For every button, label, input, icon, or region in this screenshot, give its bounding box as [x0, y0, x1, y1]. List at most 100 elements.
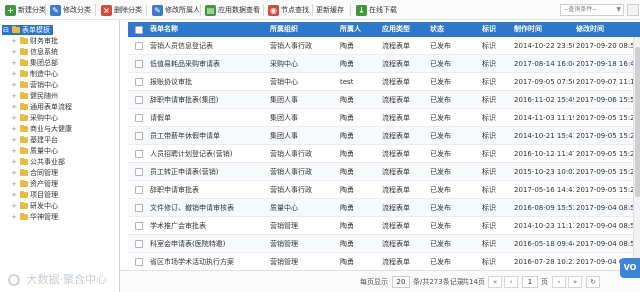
column-header-organization[interactable]: 所属组织 [268, 22, 334, 37]
cell-owner: 陶勇 [340, 132, 354, 140]
table-row[interactable]: 员工带薪年休假申请单 集团人事 陶勇 流程表单 已发布 标识 2014-10-21 15:4… [128, 127, 640, 145]
table-row[interactable]: 辞职申请审批表(集团) 集团人事 陶勇 流程表单 已发布 标识 2016-11-02 15:… [128, 91, 640, 109]
folder-icon [20, 202, 28, 209]
row-checkbox[interactable] [135, 258, 143, 266]
expand-icon[interactable]: + [10, 91, 18, 101]
row-checkbox[interactable] [135, 96, 143, 104]
collapse-icon[interactable]: ⊟ [2, 25, 10, 35]
row-checkbox[interactable] [135, 186, 143, 194]
column-header-status[interactable]: 状态 [428, 22, 468, 37]
column-header-flag[interactable]: 标识 [480, 22, 510, 37]
search-button[interactable] [627, 4, 639, 16]
edit-category-label: 修改分类 [63, 6, 91, 14]
tree-item-label: 信息系统 [30, 48, 58, 56]
expand-icon[interactable]: + [10, 212, 18, 222]
find-node-button[interactable]: ◉ 节点查找 [265, 3, 309, 18]
tree-root-node[interactable]: ⊟ 表单模板 [2, 25, 53, 35]
table-row[interactable]: 人员招聘计划登记表(营销) 营销人事行政 陶勇 流程表单 已发布 标识 2016-10-12… [128, 145, 640, 163]
cell-created-time: 2017-09-05 07:50 [514, 78, 574, 86]
expand-icon[interactable]: + [10, 124, 18, 134]
view-app-data-button[interactable]: ▤ 应用数据查看 [202, 3, 260, 18]
edit-category-button[interactable]: ✎ 修改分类 [47, 3, 91, 18]
current-page-input[interactable]: 1 [522, 276, 538, 288]
per-page-input[interactable]: 20 [392, 276, 410, 288]
cell-organization: 营销管理 [270, 258, 298, 266]
column-header-modified-time[interactable]: 修改时间 [574, 22, 634, 37]
column-header-owner[interactable]: 所属人 [338, 22, 378, 37]
new-category-button[interactable]: + 新建分类 [2, 3, 46, 18]
table-row[interactable]: 请假单 集团人事 陶勇 流程表单 已发布 标识 2014-11-03 11:19 2017-0… [128, 109, 640, 127]
select-all-checkbox[interactable] [135, 26, 143, 34]
expand-icon[interactable]: + [10, 69, 18, 79]
table-row[interactable]: 低值易耗品采购审请表 采购中心 陶勇 流程表单 已发布 标识 2017-08-14 16:0… [128, 55, 640, 73]
expand-icon[interactable]: + [10, 157, 18, 167]
cell-owner: 陶勇 [340, 42, 354, 50]
expand-icon[interactable]: + [10, 113, 18, 123]
refresh-cache-button[interactable]: 更新缓存 [314, 3, 344, 18]
change-owner-label: 修改所属人 [165, 6, 200, 14]
cell-owner: 陶勇 [340, 222, 354, 230]
cell-status: 已发布 [430, 186, 451, 194]
table-row[interactable]: 省区市场学术活动执行方案 营销管理 陶勇 流程表单 已发布 标识 2016-07-28 10… [128, 253, 640, 268]
vertical-scrollbar[interactable] [633, 37, 640, 268]
cell-app-type: 流程表单 [382, 204, 410, 212]
watermark-logo: 大数据·聚合中心 [8, 272, 107, 288]
row-checkbox[interactable] [135, 150, 143, 158]
expand-icon[interactable]: + [10, 36, 18, 46]
table-row[interactable]: 营销人员信息登记表 营销人事行政 陶勇 流程表单 已发布 标识 2014-10-22 23:… [128, 37, 640, 55]
cell-form-name: 低值易耗品采购审请表 [150, 60, 220, 68]
tree-item-label: 财务审批 [30, 37, 58, 45]
first-page-button[interactable]: « [488, 276, 502, 288]
row-checkbox[interactable] [135, 60, 143, 68]
cell-status: 已发布 [430, 78, 451, 86]
table-row[interactable]: 员工转正申请表(营销) 营销人事行政 陶勇 流程表单 已发布 标识 2015-10-23 1… [128, 163, 640, 181]
cell-app-type: 流程表单 [382, 186, 410, 194]
column-header-app-type[interactable]: 应用类型 [380, 22, 426, 37]
last-page-button[interactable]: » [568, 276, 582, 288]
cell-status: 已发布 [430, 150, 451, 158]
row-checkbox[interactable] [135, 42, 143, 50]
row-checkbox[interactable] [135, 222, 143, 230]
expand-icon[interactable]: + [10, 102, 18, 112]
table-row[interactable]: 辞职申请审批表 营销人事行政 陶勇 流程表单 已发布 标识 2017-05-16 14:43… [128, 181, 640, 199]
row-checkbox[interactable] [135, 78, 143, 86]
column-header-created-time[interactable]: 制作时间 [512, 22, 574, 37]
expand-icon[interactable]: + [10, 146, 18, 156]
table-row[interactable]: 文件修订、撤销申请审核表 质量中心 陶勇 流程表单 已发布 标识 2016-08-09 15… [128, 199, 640, 217]
prev-page-button[interactable]: ‹ [504, 276, 518, 288]
search-condition-select[interactable]: --查询条件-- ▼ [560, 4, 624, 16]
expand-icon[interactable]: + [10, 190, 18, 200]
expand-icon[interactable]: + [10, 179, 18, 189]
delete-category-button[interactable]: × 删除分类 [98, 3, 142, 18]
cell-modified-time: 2017-09-07 11:10 [576, 78, 634, 86]
expand-icon[interactable]: + [10, 135, 18, 145]
table-row[interactable]: 科室会申请表(医院特邀) 营销管理 陶勇 流程表单 已发布 标识 2016-05-18 09… [128, 235, 640, 253]
row-checkbox[interactable] [135, 168, 143, 176]
row-checkbox[interactable] [135, 114, 143, 122]
toolbar-divider [263, 4, 264, 16]
column-header-form-name[interactable]: 表单名称 [148, 22, 266, 37]
cell-status: 已发布 [430, 60, 451, 68]
folder-icon [20, 48, 28, 55]
tree-item-label: 项目管理 [30, 191, 58, 199]
cell-status: 已发布 [430, 258, 451, 266]
table-row[interactable]: 学术推广会审批表 营销管理 陶勇 流程表单 已发布 标识 2014-10-23 11:13 2… [128, 217, 640, 235]
expand-icon[interactable]: + [10, 168, 18, 178]
row-checkbox[interactable] [135, 240, 143, 248]
expand-icon[interactable]: + [10, 58, 18, 68]
new-category-label: 新建分类 [18, 6, 46, 14]
refresh-page-button[interactable]: ↻ [586, 276, 600, 288]
next-page-button[interactable]: › [552, 276, 566, 288]
side-floating-badge[interactable]: VO [620, 258, 640, 278]
expand-icon[interactable]: + [10, 201, 18, 211]
cell-form-name: 省区市场学术活动执行方案 [150, 258, 234, 266]
scrollbar-thumb[interactable] [635, 47, 640, 197]
table-row[interactable]: 报账协议审批 营销中心 test 流程表单 已发布 标识 2017-09-05 07:50 2… [128, 73, 640, 91]
category-tree: ⊟ 表单模板 + 财务审批 + 信息系统 + 集团总部 + 制造中心 + 营销中心 + 健民随州 + 通用… [0, 20, 120, 292]
row-checkbox[interactable] [135, 204, 143, 212]
expand-icon[interactable]: + [10, 47, 18, 57]
change-owner-button[interactable]: ✎ 修改所属人 [149, 3, 200, 18]
expand-icon[interactable]: + [10, 80, 18, 90]
online-download-button[interactable]: ↓ 在线下载 [353, 3, 397, 18]
row-checkbox[interactable] [135, 132, 143, 140]
